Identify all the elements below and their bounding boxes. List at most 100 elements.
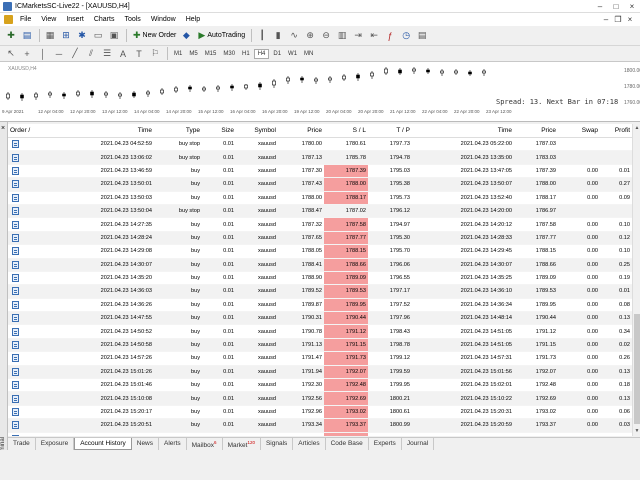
arrows-icon[interactable]: ⚐	[148, 47, 162, 61]
table-row[interactable]: 2021.04.23 15:20:17 buy 0.01 xauusd 1792.96 1…	[8, 405, 632, 420]
table-row[interactable]: 2021.04.23 14:36:26 buy 0.01 xauusd 1789.87 1…	[8, 298, 632, 313]
tab-account-history[interactable]: Account History	[74, 438, 132, 450]
timeframe-w1[interactable]: W1	[285, 50, 300, 58]
column-time[interactable]: Time	[58, 124, 154, 137]
channel-icon[interactable]: ⫽	[84, 47, 98, 61]
menu-view[interactable]: View	[36, 16, 61, 23]
label-icon[interactable]: T	[132, 47, 146, 61]
vertical-scrollbar[interactable]: ▲ ▼	[632, 124, 640, 436]
column-tp[interactable]: T / P	[368, 124, 412, 137]
table-row[interactable]: 2021.04.23 13:50:04 buy stop 0.01 xauusd 178…	[8, 204, 632, 219]
chart-shift-icon[interactable]: ⇤	[367, 29, 381, 43]
tab-exposure[interactable]: Exposure	[36, 438, 75, 450]
table-row[interactable]: 2021.04.23 15:20:51 buy 0.01 xauusd 1793.34 1…	[8, 419, 632, 433]
column-price[interactable]: Price	[278, 124, 324, 137]
column-close-time[interactable]: Time	[412, 124, 514, 137]
table-row[interactable]: 2021.04.23 14:36:03 buy 0.01 xauusd 1789.52 1…	[8, 285, 632, 299]
table-row[interactable]: 2021.04.23 04:52:59 buy stop 0.01 xauusd 178…	[8, 138, 632, 152]
templates-icon[interactable]: ▤	[415, 29, 429, 43]
navigator-icon[interactable]: ✱	[75, 29, 89, 43]
text-icon[interactable]: A	[116, 47, 130, 61]
tab-articles[interactable]: Articles	[293, 438, 326, 450]
table-row[interactable]: 2021.04.23 14:50:52 buy 0.01 xauusd 1790.78 1…	[8, 325, 632, 339]
timeframe-m1[interactable]: M1	[171, 50, 185, 58]
column-size[interactable]: Size	[202, 124, 236, 137]
column-symbol[interactable]: Symbol	[236, 124, 278, 137]
zoom-out-icon[interactable]: ⊖	[319, 29, 333, 43]
menu-help[interactable]: Help	[181, 16, 205, 23]
auto-scroll-icon[interactable]: ⇥	[351, 29, 365, 43]
menu-window[interactable]: Window	[146, 16, 181, 23]
table-row[interactable]: 2021.04.23 15:21:14buy0.01xauusd1793.641…	[8, 432, 632, 436]
bar-chart-icon[interactable]: ┃	[255, 29, 269, 43]
tab-alerts[interactable]: Alerts	[159, 438, 187, 450]
column-order[interactable]: Order /	[8, 124, 58, 137]
tab-experts[interactable]: Experts	[369, 438, 402, 450]
trendline-icon[interactable]: ╱	[68, 47, 82, 61]
tab-mailbox[interactable]: Mailbox6	[187, 438, 223, 450]
timeframe-m15[interactable]: M15	[202, 50, 220, 58]
table-row[interactable]: 2021.04.23 15:01:46 buy 0.01 xauusd 1792.30 1…	[8, 379, 632, 393]
column-close-price[interactable]: Price	[514, 124, 558, 137]
horizontal-line-icon[interactable]: ─	[52, 47, 66, 61]
table-row[interactable]: 2021.04.23 14:47:55 buy 0.01 xauusd 1790.31 1…	[8, 312, 632, 326]
table-row[interactable]: 2021.04.23 13:50:01 buy 0.01 xauusd 1787.43 1…	[8, 178, 632, 192]
tab-news[interactable]: News	[132, 438, 160, 450]
indicators-icon[interactable]: ƒ	[383, 29, 397, 43]
tab-signals[interactable]: Signals	[261, 438, 294, 450]
table-row[interactable]: 2021.04.23 14:30:07 buy 0.01 xauusd 1788.41 1…	[8, 258, 632, 272]
timeframe-m5[interactable]: M5	[186, 50, 200, 58]
table-row[interactable]: 2021.04.23 13:06:02 buy stop 0.01 xauusd 178…	[8, 151, 632, 165]
tab-journal[interactable]: Journal	[402, 438, 435, 450]
data-window-icon[interactable]: ⊞	[59, 29, 73, 43]
terminal-icon[interactable]: ▭	[91, 29, 105, 43]
timeframe-h1[interactable]: H1	[239, 50, 253, 58]
scroll-down-icon[interactable]: ▼	[633, 428, 640, 434]
candlestick-icon[interactable]: ▮	[271, 29, 285, 43]
strategy-tester-icon[interactable]: ▣	[107, 29, 121, 43]
timeframe-m30[interactable]: M30	[220, 50, 238, 58]
column-swap[interactable]: Swap	[558, 124, 600, 137]
child-restore-icon[interactable]: ❐	[612, 15, 624, 24]
table-row[interactable]: 2021.04.23 14:50:58 buy 0.01 xauusd 1791.13 1…	[8, 338, 632, 353]
child-close-icon[interactable]: ×	[624, 15, 636, 24]
table-row[interactable]: 2021.04.23 13:46:59 buy 0.01 xauusd 1787.30 1…	[8, 164, 632, 179]
fibonacci-icon[interactable]: ☰	[100, 47, 114, 61]
column-type[interactable]: Type	[154, 124, 202, 137]
new-chart-icon[interactable]: ✚	[4, 29, 18, 43]
crosshair-icon[interactable]: +	[20, 47, 34, 61]
terminal-close-icon[interactable]: ×	[1, 125, 5, 132]
timeframe-mn[interactable]: MN	[301, 50, 316, 58]
tile-windows-icon[interactable]: ▥	[335, 29, 349, 43]
cursor-icon[interactable]: ↖	[4, 47, 18, 61]
price-chart[interactable]: XAUUSD,H4 1800.0 1780.0 1760.0 Spread: 1…	[0, 62, 640, 122]
child-minimize-icon[interactable]: –	[600, 15, 612, 24]
table-row[interactable]: 2021.04.23 14:57:26 buy 0.01 xauusd 1791.47 1…	[8, 352, 632, 366]
table-row[interactable]: 2021.04.23 15:10:08 buy 0.01 xauusd 1792.56 1…	[8, 392, 632, 406]
close-icon[interactable]: ×	[624, 2, 640, 11]
scrollbar-thumb[interactable]	[634, 314, 640, 424]
periods-icon[interactable]: ◷	[399, 29, 413, 43]
tab-market[interactable]: Market120	[223, 438, 261, 450]
table-row[interactable]: 2021.04.23 14:35:20 buy 0.01 xauusd 1788.90 1…	[8, 271, 632, 286]
metaeditor-icon[interactable]: ◆	[179, 29, 193, 43]
column-profit[interactable]: Profit	[600, 124, 632, 137]
menu-insert[interactable]: Insert	[61, 16, 89, 23]
timeframe-h4[interactable]: H4	[253, 48, 270, 59]
table-row[interactable]: 2021.04.23 15:01:26 buy 0.01 xauusd 1791.94 1…	[8, 365, 632, 380]
timeframe-d1[interactable]: D1	[270, 50, 284, 58]
minimize-icon[interactable]: –	[592, 2, 608, 11]
line-chart-icon[interactable]: ∿	[287, 29, 301, 43]
market-watch-icon[interactable]: ▦	[43, 29, 57, 43]
menu-file[interactable]: File	[15, 16, 36, 23]
menu-tools[interactable]: Tools	[119, 16, 145, 23]
table-row[interactable]: 2021.04.23 14:27:35 buy 0.01 xauusd 1787.32 1…	[8, 218, 632, 232]
column-sl[interactable]: S / L	[324, 124, 368, 137]
vertical-line-icon[interactable]: │	[36, 47, 50, 61]
table-row[interactable]: 2021.04.23 13:50:03 buy 0.01 xauusd 1788.00 1…	[8, 191, 632, 205]
profiles-icon[interactable]: ▤	[20, 29, 34, 43]
menu-charts[interactable]: Charts	[89, 16, 120, 23]
autotrading-button[interactable]: ▶ AutoTrading	[195, 28, 248, 43]
tab-code-base[interactable]: Code Base	[326, 438, 369, 450]
tab-trade[interactable]: Trade	[8, 438, 36, 450]
